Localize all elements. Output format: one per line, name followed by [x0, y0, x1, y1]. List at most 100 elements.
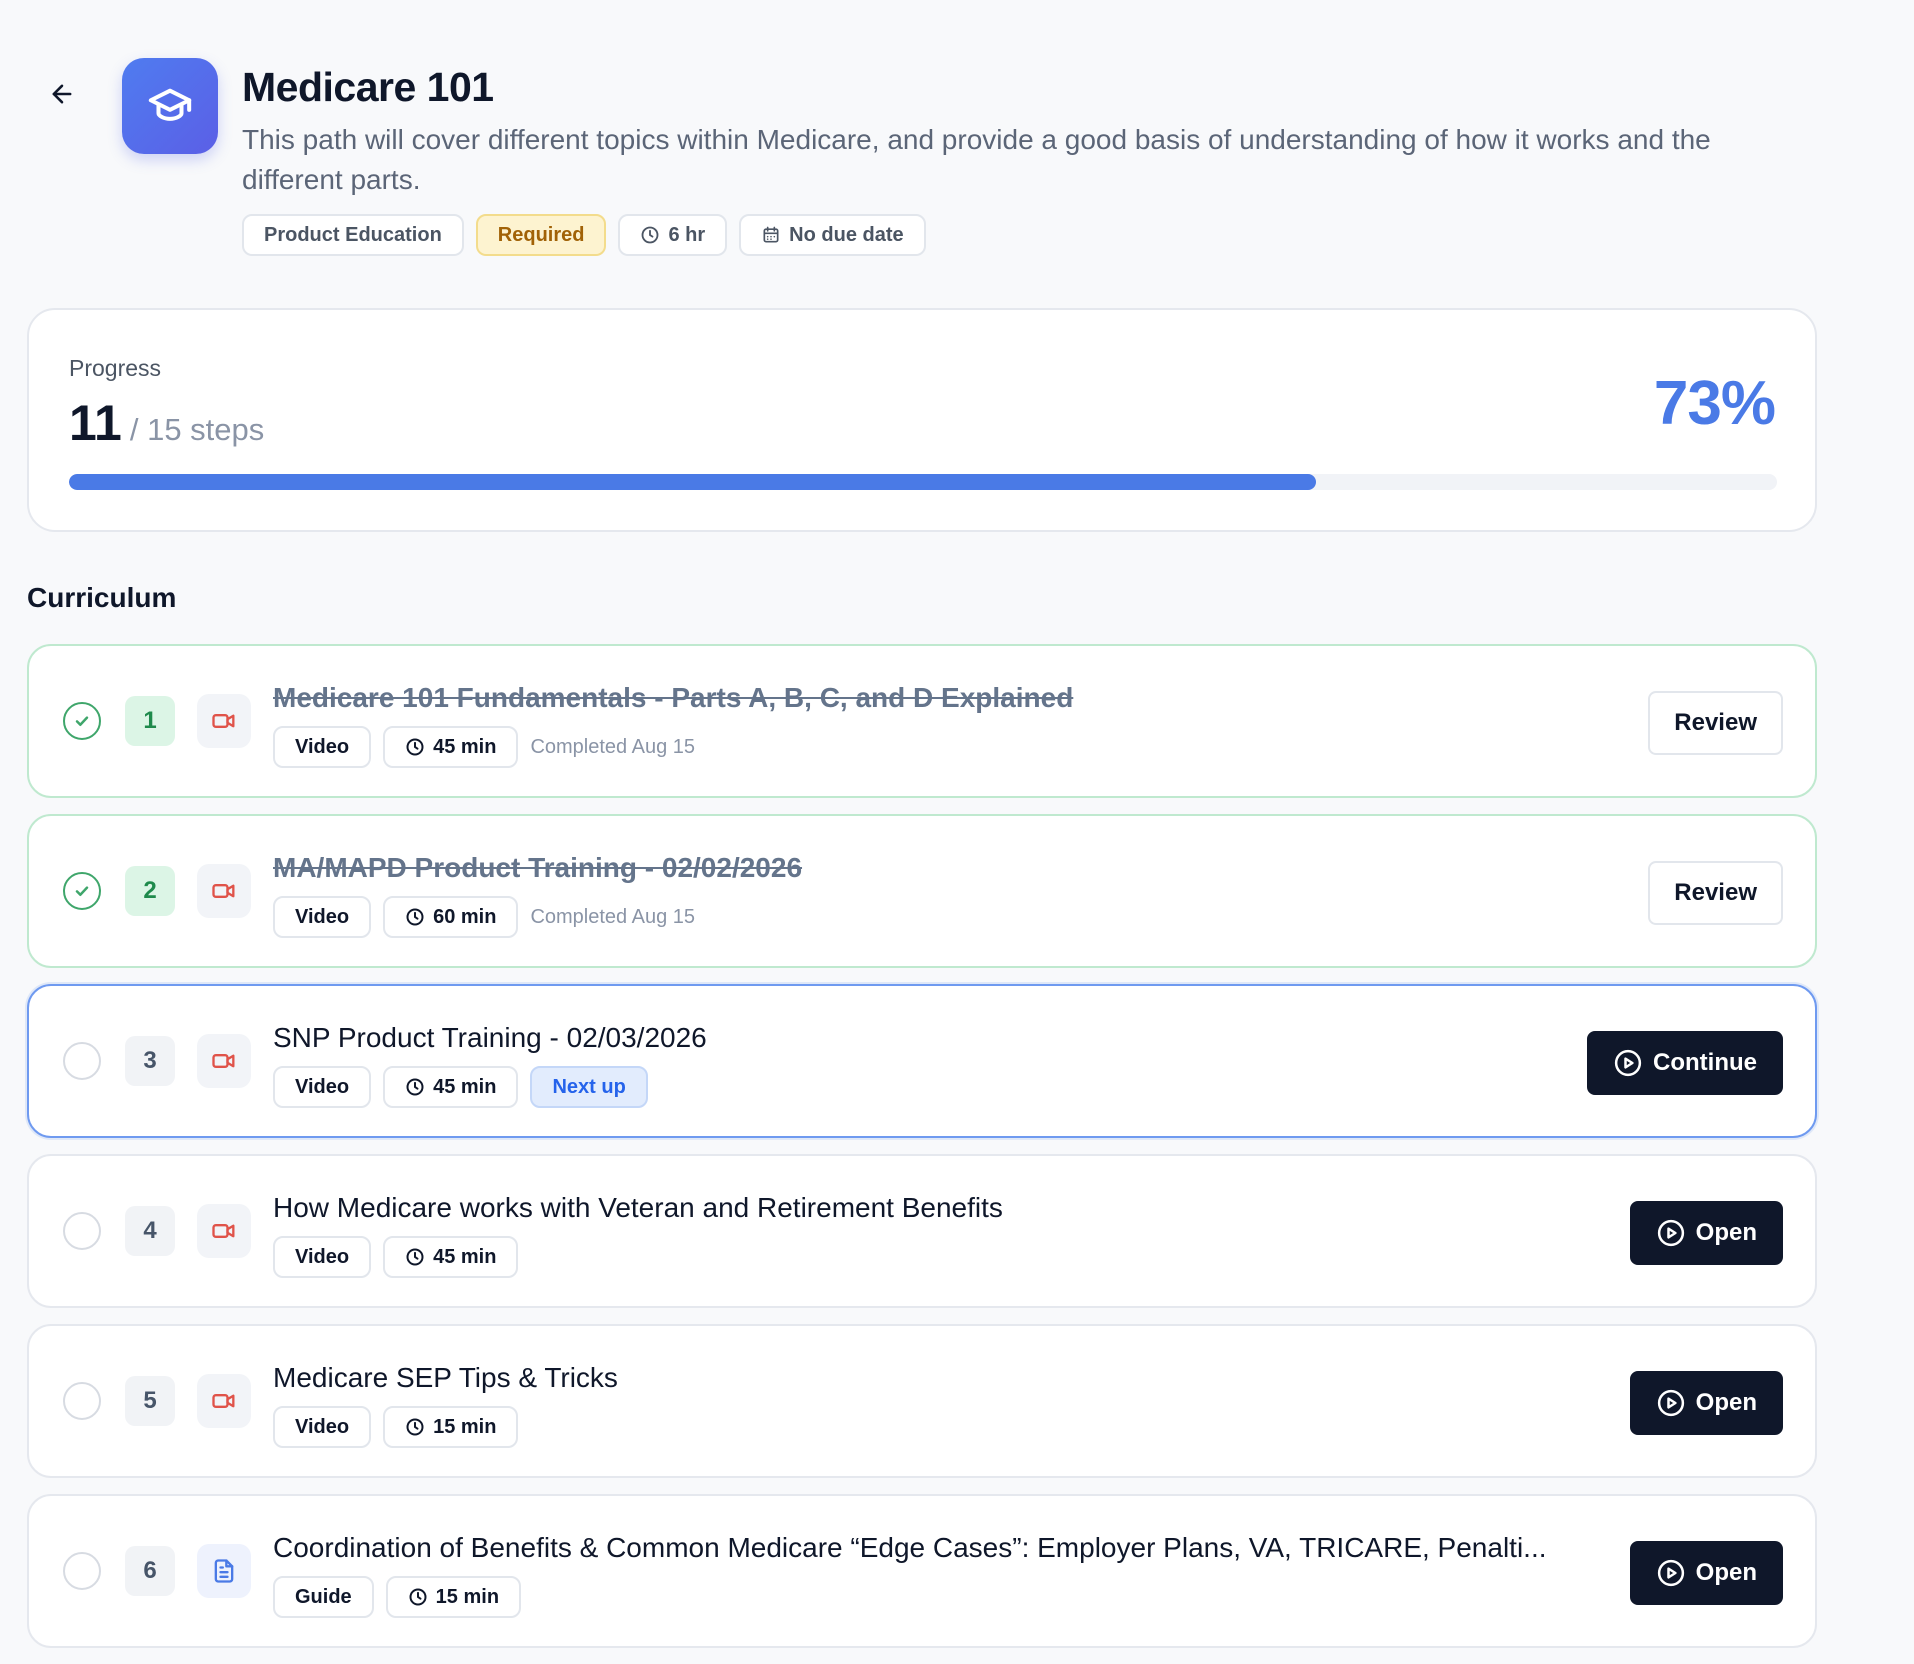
curriculum-item[interactable]: 5 Medicare SEP Tips & Tricks Video 15 mi… — [27, 1324, 1817, 1478]
duration-badge-label: 15 min — [433, 1415, 497, 1438]
clock-icon — [406, 1248, 424, 1266]
category-tag-label: Product Education — [264, 223, 442, 246]
required-tag: Required — [475, 214, 607, 256]
progress-bar-fill — [69, 474, 1316, 490]
check-icon — [75, 716, 89, 726]
step-type-icon — [197, 1034, 251, 1088]
step-title: SNP Product Training - 02/03/2026 — [273, 1022, 707, 1053]
type-badge: Video — [273, 1066, 372, 1108]
duration-badge-label: 60 min — [433, 905, 497, 928]
curriculum-item[interactable]: 2 MA/MAPD Product Training - 02/02/2026 … — [27, 814, 1817, 968]
open-button[interactable]: Open — [1629, 1371, 1783, 1435]
status-checkbox[interactable] — [63, 702, 101, 740]
video-camera-icon — [212, 714, 235, 728]
step-type-icon — [197, 694, 251, 748]
step-body: How Medicare works with Veteran and Reti… — [273, 1188, 1603, 1278]
due-date-tag: No due date — [739, 214, 926, 256]
next-up-badge: Next up — [530, 1066, 648, 1108]
video-camera-icon — [212, 1394, 235, 1408]
step-number: 3 — [125, 1036, 175, 1086]
play-circle-icon — [1657, 1559, 1684, 1587]
curriculum-item[interactable]: 1 Medicare 101 Fundamentals - Parts A, B… — [27, 644, 1817, 798]
step-type-icon — [197, 864, 251, 918]
page-title: Medicare 101 — [242, 64, 494, 110]
progress-card: Progress 11 / 15 steps 73% — [27, 308, 1817, 532]
video-camera-icon — [212, 884, 235, 898]
check-icon — [75, 886, 89, 896]
video-camera-icon — [212, 1224, 235, 1238]
path-icon — [122, 58, 218, 154]
step-number: 6 — [125, 1546, 175, 1596]
step-body: Coordination of Benefits & Common Medica… — [273, 1528, 1603, 1618]
clock-icon — [406, 738, 424, 756]
review-button-label: Review — [1674, 709, 1757, 736]
play-circle-icon — [1657, 1219, 1684, 1247]
clock-icon — [406, 908, 424, 926]
duration-badge-label: 45 min — [433, 735, 497, 758]
duration-badge: 45 min — [383, 1236, 519, 1278]
status-checkbox[interactable] — [63, 1042, 101, 1080]
clock-icon — [406, 1078, 424, 1096]
video-camera-icon — [212, 1054, 235, 1068]
step-title: MA/MAPD Product Training - 02/02/2026 — [273, 852, 803, 883]
progress-bar — [69, 474, 1777, 490]
step-type-icon — [197, 1544, 251, 1598]
duration-badge-label: 45 min — [433, 1245, 497, 1268]
step-number: 2 — [125, 866, 175, 916]
due-date-tag-label: No due date — [789, 223, 904, 246]
clock-icon — [406, 1418, 424, 1436]
status-checkbox[interactable] — [63, 872, 101, 910]
open-button[interactable]: Open — [1629, 1541, 1783, 1605]
step-body: Medicare 101 Fundamentals - Parts A, B, … — [273, 678, 1603, 768]
document-icon — [214, 1559, 234, 1583]
step-type-icon — [197, 1204, 251, 1258]
step-title: Medicare 101 Fundamentals - Parts A, B, … — [273, 682, 1074, 713]
play-circle-icon — [1614, 1049, 1642, 1077]
curriculum-item[interactable]: 3 SNP Product Training - 02/03/2026 Vide… — [27, 984, 1817, 1138]
step-meta: Video 15 min — [273, 1406, 1603, 1448]
path-description: This path will cover different topics wi… — [242, 124, 1711, 195]
progress-count: 11 / 15 steps — [69, 394, 264, 452]
duration-badge-label: 45 min — [433, 1075, 497, 1098]
step-title: How Medicare works with Veteran and Reti… — [273, 1192, 1003, 1223]
step-title: Medicare SEP Tips & Tricks — [273, 1362, 618, 1393]
type-badge: Video — [273, 1236, 372, 1278]
duration-tag: 6 hr — [618, 214, 728, 256]
curriculum-item[interactable]: 4 How Medicare works with Veteran and Re… — [27, 1154, 1817, 1308]
review-button-label: Review — [1674, 879, 1757, 906]
play-circle-icon — [1657, 1389, 1684, 1417]
path-tags: Product Education Required 6 hr No due d… — [242, 214, 1802, 256]
step-number: 4 — [125, 1206, 175, 1256]
step-meta: Video 45 min Completed Aug 15 — [273, 726, 1603, 768]
review-button[interactable]: Review — [1648, 861, 1783, 925]
required-tag-label: Required — [497, 223, 585, 246]
type-badge-label: Guide — [295, 1585, 352, 1608]
arrow-left-icon — [52, 84, 72, 104]
step-meta: Video 45 min Next up — [273, 1066, 1603, 1108]
curriculum-item[interactable]: 6 Coordination of Benefits & Common Medi… — [27, 1494, 1817, 1648]
continue-button-label: Continue — [1653, 1049, 1757, 1076]
total-steps: / 15 steps — [129, 412, 265, 447]
type-badge: Video — [273, 726, 372, 768]
duration-badge-label: 15 min — [435, 1585, 500, 1608]
completed-steps: 11 — [69, 395, 122, 451]
review-button[interactable]: Review — [1648, 691, 1783, 755]
status-checkbox[interactable] — [63, 1382, 101, 1420]
open-button-label: Open — [1695, 1389, 1757, 1416]
continue-button[interactable]: Continue — [1587, 1031, 1783, 1095]
type-badge: Guide — [273, 1576, 374, 1618]
category-tag: Product Education — [242, 214, 464, 256]
completed-date: Completed Aug 15 — [530, 735, 696, 758]
open-button[interactable]: Open — [1629, 1201, 1783, 1265]
step-body: MA/MAPD Product Training - 02/02/2026 Vi… — [273, 848, 1603, 938]
type-badge-label: Video — [295, 1245, 350, 1268]
step-title: Coordination of Benefits & Common Medica… — [273, 1532, 1547, 1563]
step-number: 5 — [125, 1376, 175, 1426]
calendar-icon — [763, 226, 779, 243]
duration-badge: 15 min — [383, 1406, 519, 1448]
status-checkbox[interactable] — [63, 1212, 101, 1250]
status-checkbox[interactable] — [63, 1552, 101, 1590]
open-button-label: Open — [1695, 1559, 1757, 1586]
back-button[interactable] — [42, 74, 82, 114]
completed-date: Completed Aug 15 — [530, 905, 696, 928]
